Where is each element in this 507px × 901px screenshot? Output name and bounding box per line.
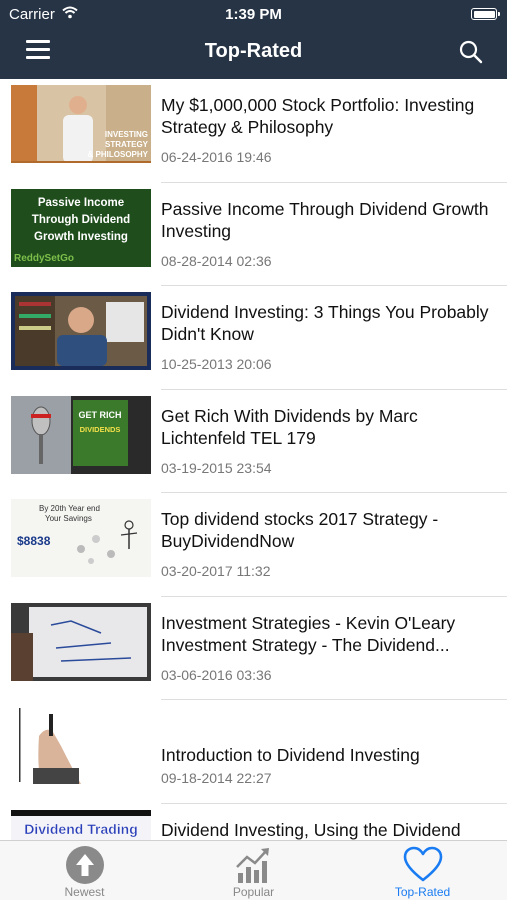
thumb-text: STRATEGY — [105, 140, 149, 149]
tab-label: Popular — [232, 885, 275, 899]
video-date: 09-18-2014 22:27 — [161, 770, 272, 786]
thumb-text: $8838 — [17, 534, 51, 548]
video-list[interactable]: INVESTING STRATEGY & PHILOSOPHY My $1,00… — [0, 79, 507, 840]
video-thumbnail[interactable] — [11, 602, 151, 681]
thumb-text: Through Dividend — [32, 214, 130, 226]
video-thumbnail[interactable] — [11, 292, 151, 370]
video-list-item[interactable]: Passive Income Through Dividend Growth I… — [0, 183, 507, 286]
video-list-item[interactable]: GET RICH DIVIDENDS Get Rich With Dividen… — [0, 390, 507, 493]
tab-bar: Newest Popular Top-Rated — [0, 840, 507, 900]
video-date: 03-20-2017 11:32 — [161, 563, 271, 579]
video-thumbnail[interactable] — [11, 706, 151, 784]
thumb-text: & PHILOSOPHY — [88, 150, 149, 159]
tab-label: Top-Rated — [394, 885, 451, 899]
thumb-logo-text: ReddySetGo — [14, 253, 74, 264]
thumb-text: DIVIDENDS — [80, 425, 121, 434]
video-thumbnail[interactable]: Dividend Trading — [11, 809, 151, 840]
video-date: 03-19-2015 23:54 — [161, 459, 272, 476]
thumb-text: Dividend Trading — [24, 821, 138, 837]
video-list-item[interactable]: Dividend Investing: 3 Things You Probabl… — [0, 286, 507, 390]
tab-label: Newest — [64, 885, 105, 899]
video-title[interactable]: Investment Strategies - Kevin O'Leary In… — [161, 612, 496, 656]
video-list-item[interactable]: Dividend Trading Dividend Investing, Usi… — [0, 804, 507, 841]
video-thumbnail[interactable]: GET RICH DIVIDENDS — [11, 395, 151, 474]
video-thumbnail[interactable]: INVESTING STRATEGY & PHILOSOPHY — [11, 85, 151, 163]
bar-chart-trend-icon — [236, 848, 269, 883]
search-icon[interactable] — [458, 39, 484, 65]
video-title[interactable]: Introduction to Dividend Investing — [161, 744, 496, 766]
video-date: 10-25-2013 20:06 — [161, 356, 272, 372]
video-title[interactable]: Get Rich With Dividends by Marc Lichtenf… — [161, 405, 496, 449]
video-title[interactable]: Top dividend stocks 2017 Strategy - BuyD… — [161, 508, 496, 552]
tab-popular[interactable]: Popular — [169, 841, 338, 901]
video-title[interactable]: My $1,000,000 Stock Portfolio: Investing… — [161, 94, 496, 138]
status-time: 1:39 PM — [225, 6, 282, 23]
video-title[interactable]: Dividend Investing: 3 Things You Probabl… — [161, 301, 496, 345]
heart-icon — [403, 846, 443, 882]
status-bar: Carrier 1:39 PM — [0, 0, 507, 27]
battery-icon — [471, 8, 500, 20]
video-thumbnail[interactable]: By 20th Year end Your Savings $8838 — [11, 499, 151, 577]
video-list-item[interactable]: INVESTING STRATEGY & PHILOSOPHY My $1,00… — [0, 79, 507, 183]
video-date: 08-28-2014 02:36 — [161, 252, 272, 269]
arrow-up-circle-icon — [66, 846, 104, 884]
thumb-text: GET RICH — [78, 410, 121, 420]
thumb-text: By 20th Year end — [39, 504, 100, 513]
video-date: 03-06-2016 03:36 — [161, 666, 272, 683]
video-list-item[interactable]: Investment Strategies - Kevin O'Leary In… — [0, 597, 507, 700]
video-date: 06-24-2016 19:46 — [161, 149, 272, 165]
thumb-text: Passive Income — [38, 197, 124, 209]
navigation-bar: Carrier 1:39 PM Top-Rated — [0, 0, 507, 79]
video-list-item[interactable]: By 20th Year end Your Savings $8838 Top … — [0, 493, 507, 597]
video-list-item[interactable]: Introduction to Dividend Investing 09-18… — [0, 700, 507, 804]
page-title: Top-Rated — [204, 40, 303, 62]
tab-newest[interactable]: Newest — [0, 841, 169, 901]
video-title[interactable]: Dividend Investing, Using the Dividend — [161, 819, 496, 841]
tab-top-rated[interactable]: Top-Rated — [338, 841, 507, 901]
video-title[interactable]: Passive Income Through Dividend Growth I… — [161, 198, 496, 242]
thumb-text: Your Savings — [45, 514, 92, 523]
thumb-text: Growth Investing — [34, 231, 128, 243]
thumb-text: INVESTING — [105, 130, 148, 139]
video-thumbnail[interactable]: Passive Income Through Dividend Growth I… — [11, 188, 151, 267]
